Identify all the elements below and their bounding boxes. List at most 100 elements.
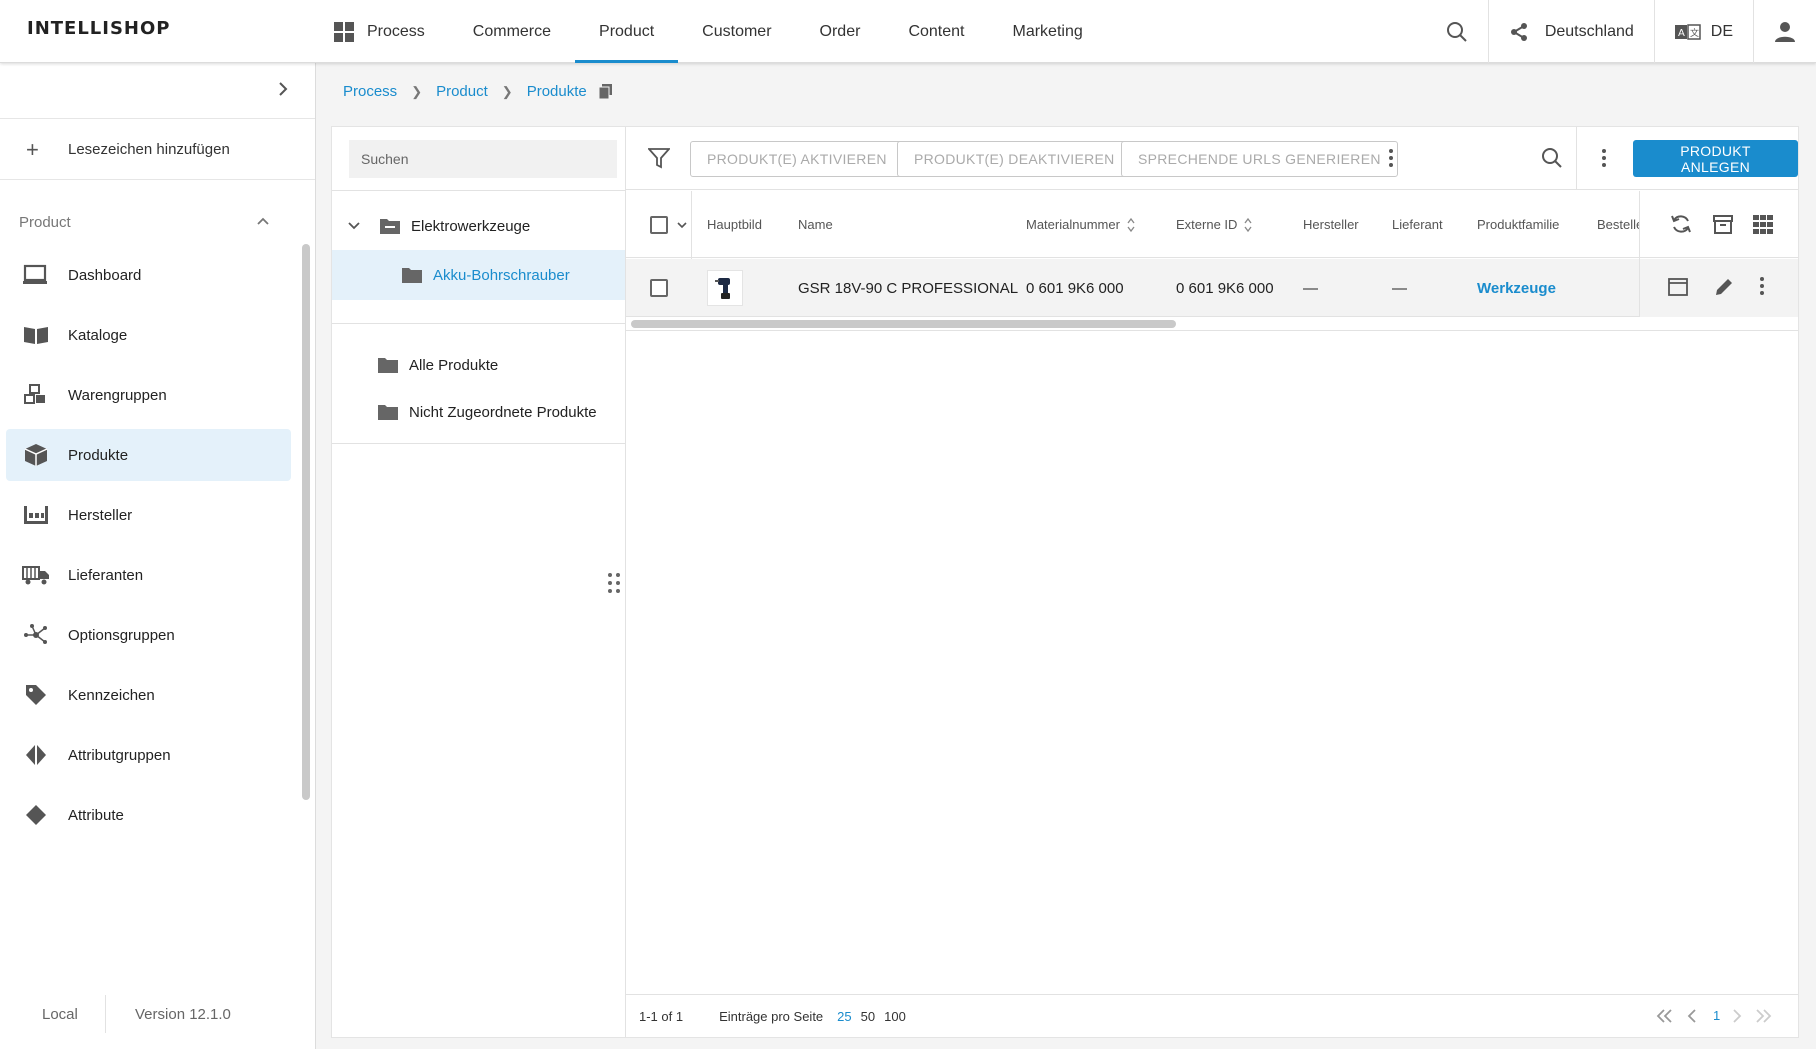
current-page[interactable]: 1 [1713,1008,1720,1023]
sidebar-item-dashboard[interactable]: Dashboard [6,249,291,301]
copy-icon[interactable] [598,84,612,99]
breadcrumb-product[interactable]: Product [436,83,488,100]
country-selector[interactable]: Deutschland [1487,0,1654,63]
checkbox[interactable] [650,215,668,234]
activate-products-button[interactable]: PRODUKT(E) AKTIVIEREN [690,141,904,177]
table-header: Hauptbild Name Materialnummer Externe ID… [626,191,1798,317]
nav-product-label: Product [599,22,655,40]
plus-icon: + [26,136,39,162]
sidebar-item-optionsgruppen[interactable]: Optionsgruppen [6,609,291,661]
book-icon [22,323,50,347]
preview-window-icon[interactable] [1668,278,1688,296]
breadcrumb-produkte[interactable]: Produkte [527,83,587,100]
chevron-right-icon: ❯ [411,83,423,99]
sidebar-item-label: Optionsgruppen [68,626,175,644]
sticky-actions-column [1639,191,1798,317]
tree-node-akku-bohrschrauber[interactable]: Akku-Bohrschrauber [332,250,625,300]
nav-marketing[interactable]: Marketing [988,0,1106,63]
nav-process[interactable]: Process [334,0,449,63]
row-checkbox[interactable] [650,259,668,317]
refresh-icon[interactable] [1670,213,1692,235]
archive-icon[interactable] [1712,213,1734,235]
column-header-supplier[interactable]: Lieferant [1392,191,1443,258]
page-size-25[interactable]: 25 [837,1009,851,1024]
chevron-down-icon[interactable] [347,219,379,233]
deactivate-products-button[interactable]: PRODUKT(E) DEAKTIVIEREN [897,141,1132,177]
column-header-name[interactable]: Name [798,191,833,258]
select-all-checkbox[interactable] [650,191,668,258]
section-product-header[interactable]: Product [0,199,300,245]
sort-icon[interactable] [1243,217,1253,233]
horizontal-scrollbar[interactable] [631,320,1176,328]
table-row[interactable]: GSR 18V-90 C PROFESSIONAL 0 601 9K6 000 … [626,259,1798,317]
app-logo[interactable]: INTELLISHOP [27,18,171,39]
sidebar-item-kataloge[interactable]: Kataloge [6,309,291,361]
global-search-button[interactable] [1426,0,1488,63]
sort-icon[interactable] [1126,217,1136,233]
tree-search-input[interactable] [349,140,617,178]
sidebar-item-hersteller[interactable]: Hersteller [6,489,291,541]
sidebar-item-produkte[interactable]: Produkte [6,429,291,481]
folder-icon [377,403,399,421]
nav-order[interactable]: Order [796,0,885,63]
product-thumbnail[interactable] [707,259,743,317]
language-selector[interactable]: A文 DE [1653,0,1753,63]
sidebar-toggle[interactable] [0,63,315,119]
generate-urls-button[interactable]: SPRECHENDE URLS GENERIEREN [1121,141,1398,177]
columns-grid-icon[interactable] [1752,213,1774,235]
tree-node-nicht-zugeordnete[interactable]: Nicht Zugeordnete Produkte [377,395,597,429]
last-page-icon[interactable] [1754,1008,1772,1024]
sidebar-item-label: Kataloge [68,326,128,344]
previous-page-icon[interactable] [1686,1008,1698,1024]
sidebar-item-kennzeichen[interactable]: Kennzeichen [6,669,291,721]
diamond-icon [22,803,50,827]
row-more-icon[interactable] [1760,277,1764,295]
column-header-external-id[interactable]: Externe ID [1176,191,1253,258]
add-bookmark-button[interactable]: + Lesezeichen hinzufügen [0,120,315,180]
nav-product[interactable]: Product [575,0,679,63]
grid-more-icon[interactable] [1602,149,1606,167]
tree-node-elektrowerkzeuge[interactable]: Elektrowerkzeuge [347,209,530,243]
filter-icon[interactable] [648,147,670,169]
sidebar-item-attribute[interactable]: Attribute [6,789,291,841]
sidebar: + Lesezeichen hinzufügen Product Dashboa… [0,63,316,1049]
breadcrumb-process[interactable]: Process [343,83,397,100]
sidebar-item-warengruppen[interactable]: Warengruppen [6,369,291,421]
tree-node-alle-produkte[interactable]: Alle Produkte [377,348,498,382]
user-menu-button[interactable] [1753,0,1816,63]
column-header-material[interactable]: Materialnummer [1026,191,1136,258]
column-header-order[interactable]: Bestelle [1597,191,1639,258]
main-nav: Process Commerce Product Customer Order … [334,0,1107,63]
drag-handle-icon[interactable] [608,573,620,593]
diamond-split-icon [22,743,50,767]
chevron-right-icon: ❯ [501,83,513,99]
cell-family-link[interactable]: Werkzeuge [1477,259,1556,317]
sidebar-item-attributgruppen[interactable]: Attributgruppen [6,729,291,781]
language-label: DE [1710,22,1733,40]
main-panel: Elektrowerkzeuge Akku-Bohrschrauber Alle… [331,126,1799,1038]
next-page-icon[interactable] [1731,1008,1743,1024]
first-page-icon[interactable] [1656,1008,1674,1024]
tree-node-label: Nicht Zugeordnete Produkte [409,403,597,421]
checkbox[interactable] [650,279,668,297]
sidebar-item-lieferanten[interactable]: Lieferanten [6,549,291,601]
share-icon [1509,22,1529,42]
grid-search-icon[interactable] [1541,147,1563,169]
column-header-family[interactable]: Produktfamilie [1477,191,1559,258]
page-size-50[interactable]: 50 [861,1009,875,1024]
sidebar-scrollbar[interactable] [301,181,310,931]
create-product-button[interactable]: PRODUKT ANLEGEN [1633,140,1798,177]
column-header-manufacturer[interactable]: Hersteller [1303,191,1359,258]
cell-external-id: 0 601 9K6 000 [1176,279,1274,297]
nav-commerce[interactable]: Commerce [449,0,575,63]
pagination-footer: 1-1 of 1 Einträge pro Seite 25 50 100 1 [626,994,1798,1037]
edit-pencil-icon[interactable] [1714,277,1734,297]
nav-content[interactable]: Content [884,0,988,63]
nav-customer[interactable]: Customer [678,0,795,63]
toolbar-more-icon[interactable] [1389,149,1393,167]
select-menu-chevron-icon[interactable] [676,191,688,258]
pagination-range: 1-1 of 1 [639,1008,684,1024]
svg-text:A: A [1678,28,1685,39]
page-size-100[interactable]: 100 [884,1009,906,1024]
scrollbar-thumb[interactable] [302,244,310,800]
